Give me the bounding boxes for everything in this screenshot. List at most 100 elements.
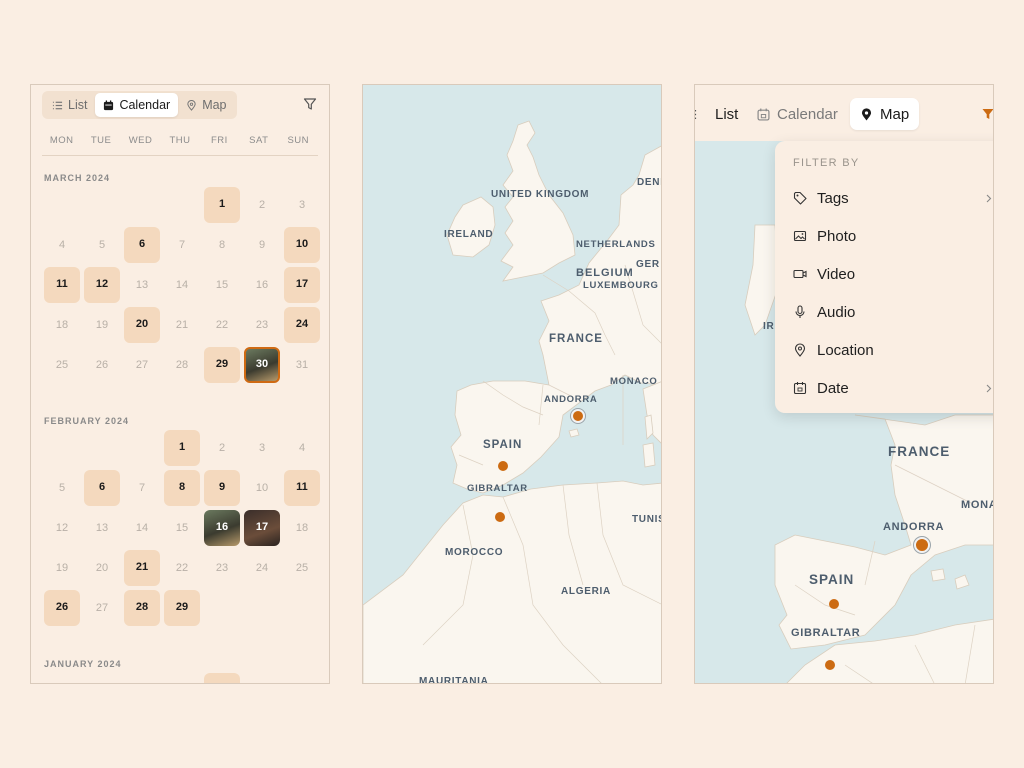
day-cell: 24 (242, 548, 282, 588)
map-filter-panel[interactable]: List Calendar Map IR FRANCE MONA ANDORRA… (694, 84, 994, 684)
day-number: 28 (175, 359, 189, 371)
location-pin[interactable] (571, 409, 585, 423)
day-cell-with-entry[interactable]: 26 (42, 588, 82, 628)
day-cell-with-entry[interactable]: 10 (282, 225, 322, 265)
day-cell-with-entry[interactable]: 6 (122, 225, 162, 265)
day-cell-with-entry[interactable]: 9 (202, 468, 242, 508)
month-label: FEBRUARY 2024 (44, 416, 130, 426)
tab-list[interactable]: List (695, 98, 738, 130)
day-number: 18 (295, 522, 309, 534)
day-cell: 19 (82, 305, 122, 345)
day-cell-with-entry[interactable]: 17 (282, 265, 322, 305)
tab-list[interactable]: List (44, 93, 95, 117)
day-number: 19 (55, 562, 69, 574)
day-number: 19 (95, 319, 109, 331)
day-cell-with-entry[interactable]: 11 (282, 468, 322, 508)
location-pin[interactable] (825, 660, 835, 670)
day-number: 3 (298, 199, 306, 211)
day-cell-with-entry[interactable]: 1 (162, 428, 202, 468)
day-cell: 21 (162, 305, 202, 345)
day-cell-with-entry[interactable]: 8 (162, 468, 202, 508)
location-pin[interactable] (829, 599, 839, 609)
chevron-right-icon (986, 194, 992, 202)
day-cell-with-entry[interactable]: 29 (162, 588, 202, 628)
weekday-label: FRI (210, 135, 228, 146)
map-label: IR (763, 321, 775, 332)
day-blank (82, 428, 122, 468)
day-cell-with-entry[interactable]: 11 (42, 265, 82, 305)
day-cell: 18 (282, 508, 322, 548)
day-cell-with-entry[interactable]: 28 (122, 588, 162, 628)
map-panel[interactable]: UNITED KINGDOM IRELAND NETHERLANDS DENI … (362, 84, 662, 684)
location-pin[interactable] (495, 512, 505, 522)
day-cell[interactable] (202, 671, 242, 683)
day-number: 17 (255, 521, 269, 533)
day-number: 31 (295, 359, 309, 371)
filter-item-location[interactable]: Location (793, 335, 993, 365)
filter-item-tags[interactable]: Tags (793, 183, 993, 213)
day-number: 14 (135, 522, 149, 534)
day-cell: 26 (82, 345, 122, 385)
day-cell: 10 (242, 468, 282, 508)
day-cell-with-entry[interactable]: 29 (202, 345, 242, 385)
day-number: 6 (98, 481, 106, 493)
day-number: 23 (215, 562, 229, 574)
map-label: MOROCCO (445, 547, 504, 558)
filter-item-video[interactable]: Video (793, 259, 993, 289)
tag-icon (793, 191, 807, 205)
filter-item-audio[interactable]: Audio (793, 297, 993, 327)
day-cell-with-entry[interactable]: 30 (242, 345, 282, 385)
day-number: 24 (295, 318, 309, 330)
tab-map[interactable]: Map (178, 93, 234, 117)
tab-calendar[interactable]: Calendar (95, 93, 179, 117)
map-label: GER (636, 259, 660, 270)
day-number: 3 (258, 442, 266, 454)
day-number: 27 (135, 359, 149, 371)
day-cell-with-entry[interactable]: 16 (202, 508, 242, 548)
day-cell: 27 (82, 588, 122, 628)
tab-map[interactable]: Map (850, 98, 920, 130)
day-cell-with-entry[interactable]: 1 (202, 185, 242, 225)
month-label: JANUARY 2024 (44, 659, 122, 669)
day-cell: 31 (282, 345, 322, 385)
day-number: 15 (175, 522, 189, 534)
day-cell: 9 (242, 225, 282, 265)
day-number: 4 (58, 239, 66, 251)
day-number: 26 (55, 601, 69, 613)
filter-icon[interactable] (303, 97, 317, 111)
day-number: 11 (296, 481, 308, 493)
balearic-land (954, 574, 970, 590)
calendar-icon (793, 382, 807, 395)
day-number: 15 (215, 279, 229, 291)
map-label: ANDORRA (544, 394, 598, 405)
day-cell-with-entry[interactable]: 24 (282, 305, 322, 345)
month-grid-february: 1 2 3 4 5 6 7 8 9 10 11 12 13 14 15 16 17 18 19 20 21 22 23 24 2… (42, 428, 322, 628)
location-pin[interactable] (914, 537, 930, 553)
day-cell-with-entry[interactable]: 12 (82, 265, 122, 305)
tab-list-label: List (715, 105, 739, 123)
map-label: SPAIN (483, 439, 523, 451)
day-number: 13 (135, 279, 149, 291)
filter-item-photo[interactable]: Photo (793, 221, 993, 251)
day-cell-with-entry[interactable]: 20 (122, 305, 162, 345)
filter-icon[interactable] (981, 107, 994, 121)
map-label: TUNIS (632, 514, 661, 525)
balearic-land (568, 428, 580, 438)
filter-item-date[interactable]: Date (793, 373, 993, 403)
tab-calendar[interactable]: Calendar (757, 98, 838, 130)
day-number: 20 (135, 318, 149, 330)
month-grid-march: 1 2 3 4 5 6 7 8 9 10 11 12 13 14 15 16 17 18 19 20 21 22 23 24 2… (42, 185, 322, 385)
photo-icon (793, 230, 807, 242)
map-label: FRANCE (549, 333, 603, 345)
day-cell-with-entry[interactable]: 17 (242, 508, 282, 548)
filter-dropdown: FILTER BY Tags Photo Video Audio Locatio… (775, 141, 993, 413)
location-pin[interactable] (498, 461, 508, 471)
microphone-icon (795, 305, 805, 318)
location-pin-icon (794, 343, 806, 357)
ireland-land (446, 196, 496, 258)
day-cell-with-entry[interactable]: 21 (122, 548, 162, 588)
day-number: 29 (175, 601, 189, 613)
day-cell-with-entry[interactable]: 6 (82, 468, 122, 508)
day-number: 2 (218, 442, 226, 454)
weekday-label: TUE (90, 135, 112, 146)
